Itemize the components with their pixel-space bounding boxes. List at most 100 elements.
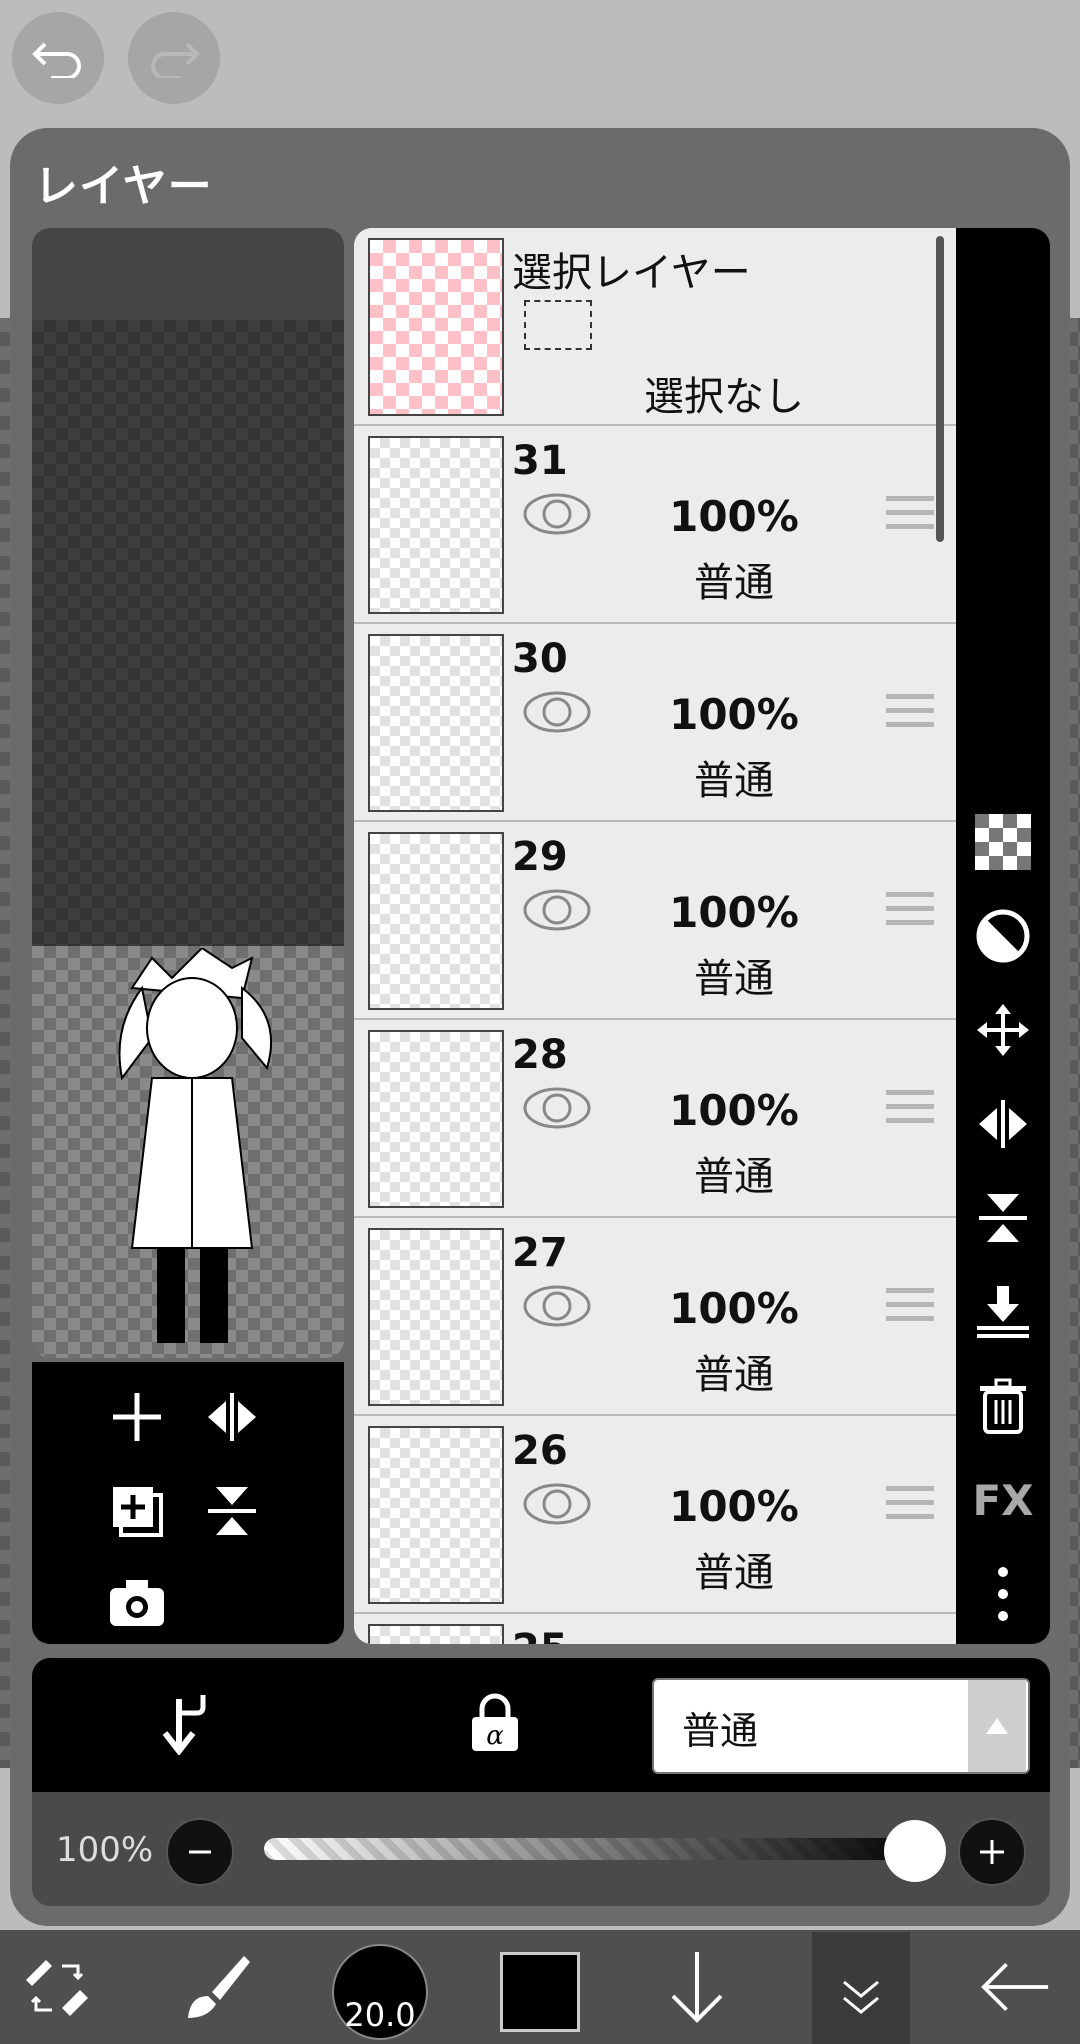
panel-title: レイヤー <box>34 161 213 212</box>
layer-row[interactable]: 27 100% 普通 <box>354 1218 956 1416</box>
eye-icon[interactable] <box>522 1284 592 1328</box>
layer-preview <box>32 228 344 1358</box>
caret-up-icon <box>986 1718 1008 1734</box>
layer-thumbnail <box>368 1030 504 1208</box>
back-button[interactable] <box>980 1952 1050 2022</box>
plus-icon <box>113 1393 161 1441</box>
duplicate-icon <box>113 1487 163 1537</box>
flip-horizontal-icon <box>208 1393 256 1441</box>
layer-thumbnail <box>368 1426 504 1604</box>
layer-menu-tab[interactable] <box>812 1932 910 2044</box>
opacity-decrease-button[interactable] <box>166 1818 234 1886</box>
brush-button[interactable] <box>182 1952 252 2022</box>
undo-button[interactable] <box>12 12 104 104</box>
opacity-label: 100% <box>56 1830 154 1870</box>
right-toolbar: FX <box>956 228 1050 1644</box>
flip-vertical-layer-button[interactable] <box>956 1178 1050 1258</box>
drag-handle-icon[interactable] <box>886 496 934 538</box>
eye-icon[interactable] <box>522 888 592 932</box>
layer-blend-mode: 普通 <box>694 1550 774 1596</box>
selection-layer-row[interactable]: 選択レイヤー 選択なし <box>354 228 956 426</box>
layer-opacity: 100% <box>669 690 799 739</box>
drag-handle-icon[interactable] <box>886 1090 934 1132</box>
plus-icon <box>980 1840 1004 1864</box>
layer-blend-mode: 普通 <box>694 758 774 804</box>
flip-horizontal-layer-button[interactable] <box>956 1084 1050 1164</box>
arrow-down-icon <box>671 1952 723 2023</box>
selection-layer-name: 選択レイヤー <box>512 250 751 296</box>
move-button[interactable] <box>956 990 1050 1070</box>
alpha-lock-button[interactable]: α <box>460 1688 530 1758</box>
selection-marquee-icon <box>524 300 592 350</box>
drag-handle-icon[interactable] <box>886 1288 934 1330</box>
layer-row[interactable]: 29 100% 普通 <box>354 822 956 1020</box>
alpha-lock-icon: α <box>472 1693 518 1751</box>
layer-blend-mode: 普通 <box>694 1154 774 1200</box>
layer-thumbnail <box>368 436 504 614</box>
layer-name: 26 <box>512 1428 568 1474</box>
delete-layer-button[interactable] <box>956 1366 1050 1446</box>
layer-thumbnail <box>368 832 504 1010</box>
color-swatch[interactable] <box>500 1952 580 2032</box>
layer-opacity: 100% <box>669 1284 799 1333</box>
layer-opacity: 100% <box>669 1086 799 1135</box>
layer-thumbnail <box>368 634 504 812</box>
layer-row[interactable]: 28 100% 普通 <box>354 1020 956 1218</box>
tool-switch-button[interactable] <box>22 1952 92 2022</box>
drag-handle-icon[interactable] <box>886 892 934 934</box>
layer-thumbnail <box>368 1228 504 1406</box>
undo-icon <box>32 42 81 78</box>
duplicate-layer-button[interactable] <box>102 1476 172 1546</box>
eye-icon[interactable] <box>522 1086 592 1130</box>
transparency-button[interactable] <box>956 802 1050 882</box>
layer-list[interactable]: 選択レイヤー 選択なし 31 100% 普通 30 100% 普通 29 100… <box>354 228 956 1644</box>
flip-horizontal-button[interactable] <box>197 1382 267 1452</box>
blend-mode-dropdown-button[interactable] <box>968 1680 1026 1772</box>
eye-icon[interactable] <box>522 690 592 734</box>
layer-row[interactable]: 30 100% 普通 <box>354 624 956 822</box>
selection-status: 選択なし <box>644 374 804 420</box>
opacity-slider[interactable] <box>264 1838 924 1860</box>
redo-icon <box>151 42 200 78</box>
double-chevron-down-icon <box>843 1980 879 2014</box>
layer-thumbnail <box>368 1624 504 1644</box>
opacity-slider-handle[interactable] <box>884 1820 946 1882</box>
layer-list-scrollbar[interactable] <box>936 236 944 542</box>
brush-icon <box>188 1956 250 2018</box>
flip-vertical-icon <box>979 1194 1027 1242</box>
flip-vertical-button[interactable] <box>197 1476 267 1546</box>
camera-button[interactable] <box>102 1568 172 1638</box>
merge-down-icon <box>977 1286 1029 1338</box>
flip-vertical-icon <box>208 1487 256 1535</box>
character-sketch <box>118 948 273 1343</box>
invert-button[interactable] <box>956 896 1050 976</box>
drag-handle-icon[interactable] <box>886 1486 934 1528</box>
fx-button[interactable]: FX <box>956 1460 1050 1540</box>
layer-row[interactable]: 25 <box>354 1614 956 1644</box>
layer-blend-mode: 普通 <box>694 560 774 606</box>
layer-name: 29 <box>512 834 568 880</box>
layer-name: 27 <box>512 1230 568 1276</box>
clip-button[interactable] <box>150 1688 220 1758</box>
merge-down-button[interactable] <box>956 1272 1050 1352</box>
layer-row[interactable]: 31 100% 普通 <box>354 426 956 624</box>
more-options-button[interactable] <box>956 1554 1050 1634</box>
add-layer-button[interactable] <box>102 1382 172 1452</box>
layer-tools <box>32 1362 344 1644</box>
clipping-arrow-icon <box>162 1695 206 1755</box>
trash-icon <box>980 1378 1026 1434</box>
layer-blend-mode: 普通 <box>694 956 774 1002</box>
eye-icon[interactable] <box>522 492 592 536</box>
redo-button[interactable] <box>128 12 220 104</box>
opacity-increase-button[interactable] <box>958 1818 1026 1886</box>
layer-name: 28 <box>512 1032 568 1078</box>
layer-name: 30 <box>512 636 568 682</box>
layer-opacity: 100% <box>669 888 799 937</box>
layer-down-button[interactable] <box>662 1952 732 2023</box>
drag-handle-icon[interactable] <box>886 694 934 736</box>
eye-icon[interactable] <box>522 1482 592 1526</box>
camera-icon <box>110 1580 164 1626</box>
layer-opacity: 100% <box>669 1482 799 1531</box>
layer-blend-mode: 普通 <box>694 1352 774 1398</box>
layer-row[interactable]: 26 100% 普通 <box>354 1416 956 1614</box>
